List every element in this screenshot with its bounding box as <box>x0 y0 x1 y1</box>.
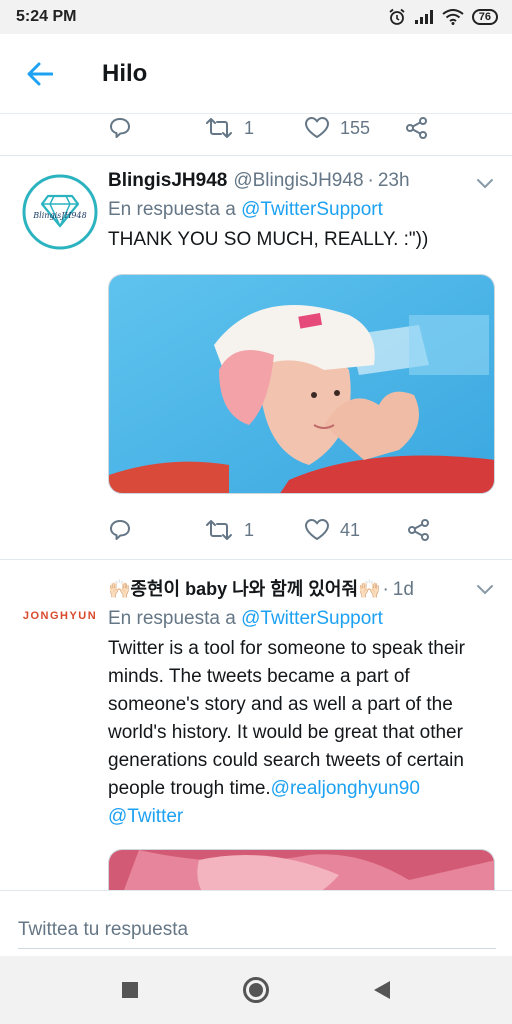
reply-input[interactable] <box>18 891 496 949</box>
reply-bar <box>0 890 512 956</box>
recents-button[interactable] <box>110 970 150 1010</box>
signal-icon <box>414 10 433 24</box>
home-button[interactable] <box>236 970 276 1010</box>
tweet-text-block: Twitter is a tool for someone to speak t… <box>108 635 498 831</box>
tweet-item[interactable]: BlingisJH948 BlingisJH948 @BlingisJH948 … <box>0 156 512 559</box>
tweet-item[interactable]: JONGHYUN 🙌🏻종현이 baby 나와 함께 있어줘🙌🏻 · 1d En … <box>0 560 512 890</box>
reply-context: En respuesta a @TwitterSupport <box>108 196 498 224</box>
avatar[interactable]: JONGHYUN <box>22 576 98 656</box>
retweet-button[interactable]: 1 <box>204 117 254 139</box>
chevron-down-icon <box>477 585 493 595</box>
app-header: Hilo <box>0 34 512 114</box>
author-name[interactable]: 🙌🏻종현이 baby 나와 함께 있어줘🙌🏻 <box>108 576 380 602</box>
like-button[interactable]: 41 <box>304 518 360 542</box>
tweet-actions: 1 41 <box>108 517 432 543</box>
reply-mention[interactable]: @TwitterSupport <box>241 199 383 220</box>
author-name[interactable]: BlingisJH948 <box>108 168 227 194</box>
tweet-menu-button[interactable] <box>476 176 494 194</box>
reply-button[interactable] <box>108 116 132 140</box>
status-bar: 5:24 PM 76 <box>0 0 512 34</box>
arrow-left-icon <box>27 62 53 85</box>
dot-separator: · <box>382 579 389 600</box>
share-icon <box>406 117 428 139</box>
like-button[interactable]: 155 <box>304 116 370 140</box>
tweet-body: 🙌🏻종현이 baby 나와 함께 있어줘🙌🏻 · 1d En respuesta… <box>108 576 498 831</box>
system-nav-bar <box>0 956 512 1024</box>
tweet-menu-button[interactable] <box>476 582 494 600</box>
chevron-down-icon <box>477 179 493 189</box>
tweet-header: BlingisJH948 @BlingisJH948 · 23h <box>108 168 498 194</box>
back-button[interactable] <box>0 34 80 114</box>
avatar[interactable]: BlingisJH948 <box>22 174 98 250</box>
tweet-time: 23h <box>377 170 410 191</box>
battery-indicator: 76 <box>471 9 498 25</box>
share-button[interactable] <box>406 518 432 542</box>
share-button[interactable] <box>404 116 430 140</box>
reply-icon <box>110 118 130 138</box>
back-nav-button[interactable] <box>362 970 402 1010</box>
reply-context: En respuesta a @TwitterSupport <box>108 605 498 633</box>
tweet-time: 1d <box>392 579 414 600</box>
thread-feed[interactable]: 1 155 BlingisJH948 BlingisJH948 @Blingis… <box>0 115 512 890</box>
alarm-icon <box>389 8 405 25</box>
reply-button[interactable] <box>108 518 132 542</box>
mention-link[interactable]: @Twitter <box>108 806 183 827</box>
tweet-text: THANK YOU SO MUCH, REALLY. :")) <box>108 229 429 250</box>
tweet-header: 🙌🏻종현이 baby 나와 함께 있어줘🙌🏻 · 1d <box>108 576 498 603</box>
reply-mention[interactable]: @TwitterSupport <box>241 608 383 629</box>
status-time: 5:24 PM <box>16 8 77 25</box>
heart-icon <box>305 117 330 138</box>
retweet-button[interactable]: 1 <box>204 519 254 541</box>
like-count: 41 <box>340 519 361 540</box>
tweet-image[interactable] <box>108 274 495 494</box>
retweet-icon <box>206 118 232 138</box>
circle-icon <box>243 977 269 1003</box>
reply-icon <box>110 520 130 540</box>
mention-link[interactable]: @realjonghyun90 <box>271 778 420 799</box>
author-handle: @BlingisJH948 <box>233 170 364 191</box>
prev-tweet-actions: 1 155 <box>108 115 430 141</box>
retweet-count: 1 <box>244 117 255 138</box>
page-title: Hilo <box>102 59 148 87</box>
status-icons: 76 <box>388 8 498 26</box>
dot-separator: · <box>367 170 374 191</box>
reply-prefix: En respuesta a <box>108 608 236 629</box>
retweet-icon <box>206 520 232 540</box>
avatar-text: BlingisJH948 <box>32 211 86 220</box>
heart-icon <box>305 519 330 540</box>
share-icon <box>408 519 430 541</box>
like-count: 155 <box>340 117 371 138</box>
retweet-count: 1 <box>244 519 255 540</box>
wifi-icon <box>442 9 464 25</box>
square-icon <box>122 982 138 998</box>
tweet-image[interactable] <box>108 849 495 890</box>
avatar-text: JONGHYUN <box>22 610 98 622</box>
triangle-back-icon <box>374 981 390 999</box>
tweet-text: Twitter is a tool for someone to speak t… <box>108 638 465 799</box>
reply-prefix: En respuesta a <box>108 199 236 220</box>
tweet-body: BlingisJH948 @BlingisJH948 · 23h En resp… <box>108 168 498 254</box>
